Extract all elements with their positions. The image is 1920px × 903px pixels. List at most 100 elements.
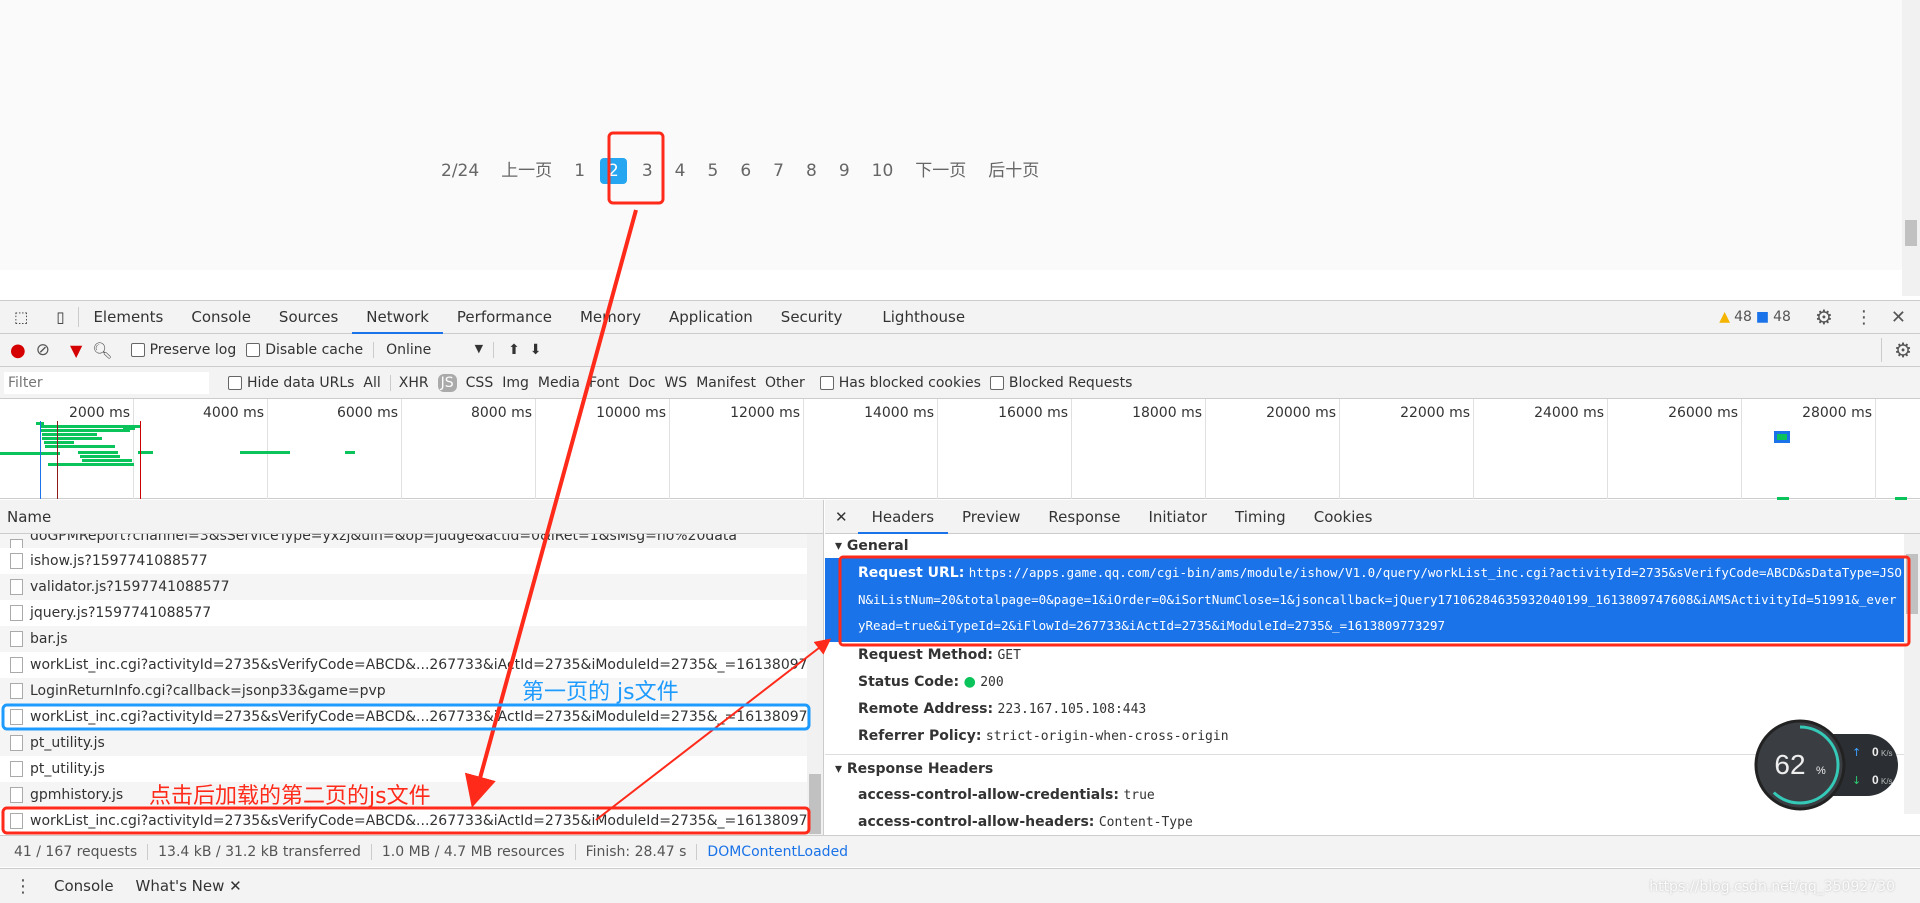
next-ten-link[interactable]: 后十页	[977, 158, 1050, 184]
timeline-bar	[82, 459, 132, 462]
type-filter-all[interactable]: All	[363, 375, 380, 391]
page-link[interactable]: 9	[828, 158, 861, 184]
close-devtools-icon[interactable]: ✕	[1891, 307, 1906, 328]
page-link[interactable]: 4	[664, 158, 697, 184]
throttle-select[interactable]: Online ▼	[373, 342, 483, 358]
scroll-thumb[interactable]	[1905, 220, 1917, 246]
drawer-tab-whats-new[interactable]: What's New ✕	[136, 877, 242, 895]
scroll-thumb[interactable]	[809, 774, 821, 834]
page-link[interactable]: 1	[563, 158, 596, 184]
hide-data-urls-checkbox[interactable]: Hide data URLs	[228, 375, 354, 391]
network-overview-timeline[interactable]: 2000 ms 4000 ms 6000 ms 8000 ms 10000 ms 1200…	[0, 399, 1920, 500]
request-row[interactable]: workList_inc.cgi?activityId=2735&sVerify…	[0, 704, 823, 730]
type-filter-js[interactable]: JS	[437, 373, 457, 392]
request-row[interactable]: ishow.js?1597741088577	[0, 548, 823, 574]
preserve-log-checkbox[interactable]: Preserve log	[130, 342, 236, 358]
drawer-tab-console[interactable]: Console	[54, 877, 114, 895]
tab-timing[interactable]: Timing	[1221, 500, 1300, 534]
tab-sources[interactable]: Sources	[265, 301, 352, 334]
tab-initiator[interactable]: Initiator	[1134, 500, 1221, 534]
inspect-icon[interactable]: ⬚	[0, 301, 42, 334]
type-filter-other[interactable]: Other	[765, 375, 805, 391]
page-link[interactable]: 6	[729, 158, 762, 184]
filter-input[interactable]	[4, 371, 209, 394]
type-filter-font[interactable]: Font	[589, 375, 619, 391]
tab-cookies[interactable]: Cookies	[1300, 500, 1387, 534]
tab-application[interactable]: Application	[655, 301, 767, 334]
page-link[interactable]: 3	[631, 158, 664, 184]
page-scrollbar[interactable]	[1902, 0, 1920, 296]
tab-memory[interactable]: Memory	[566, 301, 655, 334]
request-row[interactable]: LoginReturnInfo.cgi?callback=jsonp33&gam…	[0, 678, 823, 704]
download-icon: ↓	[1852, 774, 1861, 787]
request-row[interactable]: jquery.js?1597741088577	[0, 600, 823, 626]
message-icon[interactable]: ■	[1756, 309, 1769, 325]
request-row[interactable]: validator.js?1597741088577	[0, 574, 823, 600]
scroll-thumb[interactable]	[1906, 554, 1918, 614]
referrer-policy-value: strict-origin-when-cross-origin	[985, 728, 1229, 744]
type-filter-doc[interactable]: Doc	[628, 375, 655, 391]
device-toolbar-icon[interactable]: ▯	[42, 307, 80, 327]
page-link[interactable]: 8	[795, 158, 828, 184]
more-menu-icon[interactable]: ⋮	[1855, 307, 1873, 328]
request-list-scrollbar[interactable]	[807, 534, 823, 835]
timeline-tick: 18000 ms	[1072, 399, 1206, 499]
page-link[interactable]: 7	[762, 158, 795, 184]
blocked-requests-checkbox[interactable]: Blocked Requests	[989, 375, 1132, 391]
request-row[interactable]: workList_inc.cgi?activityId=2735&sVerify…	[0, 808, 823, 834]
tab-headers[interactable]: Headers	[857, 500, 949, 534]
request-url-value[interactable]: https://apps.game.qq.com/cgi-bin/ams/mod…	[858, 565, 1902, 633]
type-filter-manifest[interactable]: Manifest	[696, 375, 756, 391]
prev-page-link[interactable]: 上一页	[490, 158, 563, 184]
warning-icon[interactable]: ▲	[1719, 309, 1730, 325]
close-icon[interactable]: ✕	[229, 877, 242, 895]
search-icon[interactable]: 🔍︎	[92, 341, 112, 360]
tab-security[interactable]: Security	[767, 301, 857, 334]
request-row[interactable]: doGPMReport?channel=3&sServiceType=yxzj&…	[0, 534, 823, 548]
file-icon	[10, 657, 23, 673]
type-filter-img[interactable]: Img	[502, 375, 529, 391]
warning-count[interactable]: 48	[1734, 309, 1752, 325]
tab-performance[interactable]: Performance	[443, 301, 566, 334]
has-blocked-cookies-checkbox[interactable]: Has blocked cookies	[819, 375, 981, 391]
file-icon	[10, 553, 23, 569]
request-row[interactable]: workList_inc.cgi?activityId=2735&sVerify…	[0, 652, 823, 678]
network-settings-icon[interactable]: ⚙	[1881, 338, 1920, 362]
disable-cache-checkbox[interactable]: Disable cache	[246, 342, 363, 358]
clear-icon[interactable]: ⊘	[36, 340, 50, 360]
type-filter-css[interactable]: CSS	[466, 375, 494, 391]
record-icon[interactable]: ●	[10, 340, 26, 361]
settings-icon[interactable]: ⚙	[1815, 305, 1833, 329]
type-filter-media[interactable]: Media	[538, 375, 580, 391]
tab-response[interactable]: Response	[1034, 500, 1134, 534]
detail-scrollbar[interactable]	[1904, 534, 1920, 814]
tab-lighthouse[interactable]: Lighthouse	[868, 301, 979, 334]
filter-icon[interactable]: ▼	[70, 341, 82, 360]
request-row[interactable]: bar.js	[0, 626, 823, 652]
general-section-toggle[interactable]: ▾ General	[825, 534, 1920, 558]
request-row[interactable]: pt_utility.js	[0, 730, 823, 756]
tab-preview[interactable]: Preview	[948, 500, 1034, 534]
drawer-menu-icon[interactable]: ⋮	[14, 876, 32, 897]
tab-network[interactable]: Network	[352, 301, 443, 334]
export-har-icon[interactable]: ⬇	[530, 342, 542, 358]
next-page-link[interactable]: 下一页	[904, 158, 977, 184]
type-filter-xhr[interactable]: XHR	[389, 374, 429, 391]
tab-elements[interactable]: Elements	[79, 301, 177, 334]
request-name: workList_inc.cgi?activityId=2735&sVerify…	[30, 709, 823, 725]
import-har-icon[interactable]: ⬆	[493, 342, 520, 358]
close-detail-icon[interactable]: ✕	[825, 500, 858, 534]
page-link[interactable]: 10	[861, 158, 905, 184]
network-speed-widget[interactable]: 62 % ↑ ↓ 0 K/s 0 K/s	[1754, 716, 1898, 814]
timeline-marker	[140, 421, 141, 499]
name-column-header[interactable]: Name	[0, 500, 823, 534]
timeline-marker	[57, 421, 58, 499]
type-filter-ws[interactable]: WS	[664, 375, 687, 391]
message-count[interactable]: 48	[1773, 309, 1791, 325]
page-link[interactable]: 5	[697, 158, 730, 184]
page-summary: 2/24	[441, 161, 480, 181]
request-url-row[interactable]: Request URL: https://apps.game.qq.com/cg…	[825, 558, 1920, 642]
tab-console[interactable]: Console	[177, 301, 265, 334]
current-page[interactable]: 2	[600, 158, 627, 184]
download-speed: 0	[1872, 773, 1879, 787]
